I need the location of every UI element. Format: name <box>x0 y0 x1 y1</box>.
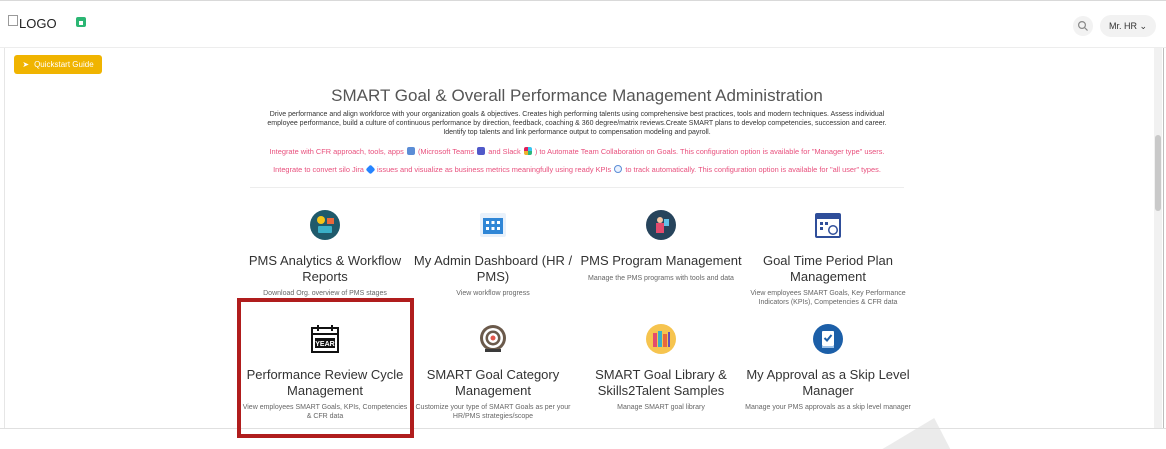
chevron-down-icon: ⌄ <box>1139 21 1148 31</box>
cfr-integration-note: Integrate with CFR approach, tools, apps… <box>250 147 904 156</box>
card-subtitle: Manage your PMS approvals as a skip leve… <box>745 404 911 411</box>
integration-text: issues and visualize as business metrics… <box>377 165 612 174</box>
search-button[interactable] <box>1073 16 1093 36</box>
apps-icon[interactable] <box>406 147 415 155</box>
description-line: Identify top talents and link performanc… <box>443 129 711 137</box>
card-subtitle: Customize your type of SMART Goals as pe… <box>415 404 571 420</box>
card-subtitle: View employees SMART Goals, Key Performa… <box>750 290 906 306</box>
quickstart-label: Quickstart Guide <box>34 60 94 69</box>
jira-icon[interactable] <box>365 164 376 175</box>
kpi-gauge-icon[interactable] <box>614 165 623 173</box>
search-icon <box>1077 20 1088 31</box>
card-subtitle: Manage the PMS programs with tools and d… <box>588 274 734 282</box>
slack-icon[interactable] <box>523 147 532 155</box>
library-icon <box>646 324 676 354</box>
logo-alt-text: LOGO <box>19 16 57 31</box>
card-pms-program[interactable]: PMS Program Management Manage the PMS pr… <box>577 210 745 283</box>
description-line: Drive performance and align workforce wi… <box>269 111 885 118</box>
highlight-box <box>237 298 414 438</box>
decorative-shape <box>880 418 970 449</box>
card-pms-analytics[interactable]: PMS Analytics & Workflow Reports Downloa… <box>241 210 409 298</box>
dashboard-icon <box>478 210 508 240</box>
card-skip-level-approval[interactable]: My Approval as a Skip Level Manager Mana… <box>744 324 912 412</box>
target-icon <box>478 324 508 354</box>
description-line: employee performance, build a culture of… <box>267 120 887 128</box>
card-goal-library[interactable]: SMART Goal Library & Skills2Talent Sampl… <box>577 324 745 412</box>
calendar-clock-icon <box>813 210 843 240</box>
integration-text: to track automatically. This configurati… <box>625 165 881 174</box>
integration-text: and Slack <box>488 147 521 156</box>
page-title: SMART Goal & Overall Performance Managem… <box>331 86 823 105</box>
card-title: My Approval as a Skip Level Manager <box>746 367 910 398</box>
card-title: My Admin Dashboard (HR / PMS) <box>413 253 573 284</box>
approval-icon <box>813 324 843 354</box>
jira-integration-note: Integrate to convert silo Jira issues an… <box>250 164 904 175</box>
card-admin-dashboard[interactable]: My Admin Dashboard (HR / PMS) View workf… <box>409 210 577 298</box>
analytics-icon <box>310 210 340 240</box>
card-title: PMS Analytics & Workflow Reports <box>248 253 402 284</box>
user-name: Mr. HR <box>1109 21 1137 31</box>
broken-image-icon <box>8 15 18 26</box>
section-divider <box>250 187 904 188</box>
program-icon <box>646 210 676 240</box>
quickstart-guide-button[interactable]: ➤ Quickstart Guide <box>14 55 102 74</box>
content-left-border <box>4 48 5 428</box>
card-subtitle: Download Org. overview of PMS stages <box>263 290 387 297</box>
card-subtitle: Manage SMART goal library <box>617 404 705 411</box>
integration-text: Integrate to convert silo Jira <box>273 165 364 174</box>
top-bar: LOGO Mr. HR ⌄ <box>0 0 1166 48</box>
card-title: Goal Time Period Plan Management <box>762 253 894 284</box>
card-title: PMS Program Management <box>580 253 742 268</box>
card-goal-time-period[interactable]: Goal Time Period Plan Management View em… <box>744 210 912 307</box>
content-bottom-border <box>0 428 1166 429</box>
card-goal-category[interactable]: SMART Goal Category Management Customize… <box>409 324 577 421</box>
scrollbar-thumb[interactable] <box>1155 135 1161 211</box>
microsoft-teams-icon[interactable] <box>477 147 486 155</box>
integration-text: ) to Automate Team Collaboration on Goal… <box>534 147 885 156</box>
rocket-icon: ➤ <box>22 60 30 69</box>
logo[interactable]: LOGO <box>8 15 57 31</box>
window-right-border <box>1163 48 1164 428</box>
integration-text: (Microsoft Teams <box>417 147 475 156</box>
integration-text: Integrate with CFR approach, tools, apps <box>269 147 404 156</box>
card-title: SMART Goal Library & Skills2Talent Sampl… <box>595 367 727 398</box>
card-title: SMART Goal Category Management <box>426 367 560 398</box>
home-icon[interactable] <box>76 17 86 27</box>
page-description: Drive performance and align workforce wi… <box>250 110 904 138</box>
user-menu-button[interactable]: Mr. HR ⌄ <box>1100 15 1157 37</box>
card-subtitle: View workflow progress <box>456 290 530 297</box>
scrollbar-track[interactable] <box>1154 48 1162 428</box>
